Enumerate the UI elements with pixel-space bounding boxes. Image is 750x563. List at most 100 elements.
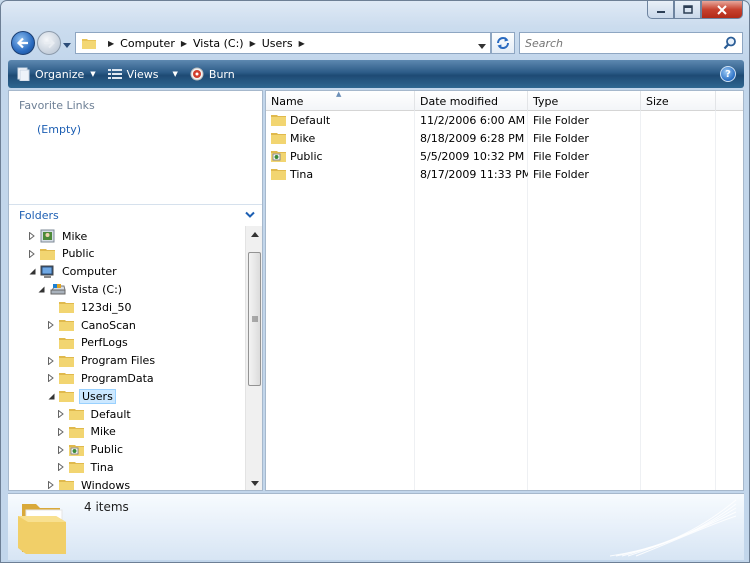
computer-icon xyxy=(40,265,56,279)
breadcrumb-vista-c[interactable]: Vista (C:) xyxy=(193,37,244,50)
views-icon xyxy=(107,68,122,80)
chevron-down-icon: ▼ xyxy=(90,70,96,78)
scroll-down-button[interactable] xyxy=(249,478,260,488)
tree-collapse-icon[interactable] xyxy=(37,284,47,294)
file-row[interactable]: Tina 8/17/2009 11:33 PM File Folder xyxy=(266,165,743,183)
close-button[interactable] xyxy=(701,1,743,19)
column-header-size[interactable]: Size xyxy=(641,91,716,111)
tree-item[interactable]: Vista (C:) xyxy=(37,280,125,298)
minimize-button[interactable] xyxy=(647,1,674,19)
maximize-button[interactable] xyxy=(674,1,701,19)
tree-item[interactable]: Users xyxy=(46,387,116,405)
column-header-date-modified[interactable]: Date modified xyxy=(415,91,528,111)
file-name-cell: Tina xyxy=(266,167,415,181)
scroll-up-button[interactable] xyxy=(249,229,260,239)
navigation-pane: Favorite Links (Empty) Folders Mike Publi… xyxy=(8,90,263,491)
favorite-links-empty: (Empty) xyxy=(37,123,82,136)
breadcrumb-users[interactable]: Users xyxy=(262,37,293,50)
tree-expand-icon[interactable] xyxy=(56,427,66,437)
column-header-type[interactable]: Type xyxy=(528,91,641,111)
folder-icon xyxy=(59,478,75,490)
breadcrumb-arrow-icon[interactable]: ▶ xyxy=(181,39,187,48)
folders-header[interactable]: Folders xyxy=(9,204,262,226)
search-input[interactable] xyxy=(525,36,715,50)
file-name: Mike xyxy=(290,131,316,145)
tree-expand-icon[interactable] xyxy=(46,373,56,383)
tree-item-label: CanoScan xyxy=(81,318,136,332)
recent-pages-dropdown[interactable] xyxy=(63,39,71,52)
file-type: File Folder xyxy=(533,131,589,145)
organize-label: Organize xyxy=(35,67,85,81)
drive-icon xyxy=(50,282,66,296)
breadcrumb-arrow-icon[interactable]: ▶ xyxy=(299,39,305,48)
tree-item[interactable]: Windows xyxy=(46,476,132,490)
tree-item[interactable]: Tina xyxy=(56,458,116,476)
tree-expand-icon[interactable] xyxy=(27,231,37,241)
tree-expand-icon[interactable] xyxy=(56,462,66,472)
column-header-name[interactable]: Name ▲ xyxy=(266,91,415,111)
tree-expand-icon[interactable] xyxy=(56,409,66,419)
minimize-icon xyxy=(656,10,665,13)
tree-item[interactable]: Program Files xyxy=(46,352,157,370)
breadcrumb-computer[interactable]: Computer xyxy=(120,37,175,50)
tree-item-label: Program Files xyxy=(81,354,156,368)
tree-expand-icon[interactable] xyxy=(56,445,66,455)
file-row[interactable]: Mike 8/18/2009 6:28 PM File Folder xyxy=(266,129,743,147)
tree-item[interactable]: 123di_50 xyxy=(46,298,134,316)
tree-item-label: Public xyxy=(90,443,124,457)
chevron-down-icon[interactable] xyxy=(245,211,255,219)
back-button[interactable] xyxy=(11,31,35,55)
file-row[interactable]: Public 5/5/2009 10:32 PM File Folder xyxy=(266,147,743,165)
breadcrumb-arrow-icon[interactable]: ▶ xyxy=(250,39,256,48)
sort-ascending-icon: ▲ xyxy=(336,90,342,98)
views-button[interactable]: Views ▼ xyxy=(102,62,184,86)
refresh-button[interactable] xyxy=(491,32,515,54)
refresh-icon xyxy=(497,37,509,49)
tree-expand-icon[interactable] xyxy=(46,320,56,330)
file-type: File Folder xyxy=(533,149,589,163)
tree-item[interactable]: Mike xyxy=(56,423,118,441)
tree-item[interactable]: Mike xyxy=(27,227,89,245)
scroll-thumb[interactable] xyxy=(248,252,261,386)
folder-icon xyxy=(59,354,75,368)
tree-item-label: PerfLogs xyxy=(81,336,128,350)
file-name: Public xyxy=(290,149,323,163)
forward-button[interactable] xyxy=(37,31,61,55)
folder-icon xyxy=(59,300,75,314)
address-history-dropdown[interactable] xyxy=(478,40,486,53)
breadcrumb-arrow-icon[interactable]: ▶ xyxy=(108,39,114,48)
search-box[interactable] xyxy=(519,32,743,54)
tree-collapse-icon[interactable] xyxy=(27,267,37,277)
help-icon: ? xyxy=(725,68,731,80)
address-bar[interactable]: ▶ Computer ▶ Vista (C:) ▶ Users ▶ xyxy=(75,32,491,54)
file-type: File Folder xyxy=(533,113,589,127)
tree-item[interactable]: Default xyxy=(56,405,133,423)
burn-button[interactable]: Burn xyxy=(184,62,241,86)
file-name-cell: Mike xyxy=(266,131,415,145)
tree-collapse-icon[interactable] xyxy=(46,391,56,401)
tree-item[interactable]: PerfLogs xyxy=(46,334,130,352)
favorite-links-header: Favorite Links xyxy=(19,99,95,112)
search-icon[interactable] xyxy=(723,36,737,50)
tree-item-label: Vista (C:) xyxy=(71,282,123,296)
tree-item[interactable]: Computer xyxy=(27,263,119,281)
file-name: Tina xyxy=(290,167,314,181)
organize-button[interactable]: Organize ▼ xyxy=(10,62,102,86)
help-button[interactable]: ? xyxy=(720,66,736,82)
folder-icon xyxy=(68,460,85,474)
tree-expand-icon[interactable] xyxy=(46,356,56,366)
tree-expand-icon[interactable] xyxy=(27,249,37,259)
tree-item[interactable]: ProgramData xyxy=(46,369,156,387)
folder-icon xyxy=(59,318,75,332)
details-pane: 4 items xyxy=(8,493,744,560)
tree-item[interactable]: Public xyxy=(56,441,126,459)
column-header-date-label: Date modified xyxy=(420,94,498,108)
tree-item[interactable]: CanoScan xyxy=(46,316,138,334)
tree-item[interactable]: Public xyxy=(27,245,97,263)
tree-expand-icon[interactable] xyxy=(46,480,56,490)
file-row[interactable]: Default 11/2/2006 6:00 AM File Folder xyxy=(266,111,743,129)
folders-header-label: Folders xyxy=(19,209,59,222)
explorer-window: ▶ Computer ▶ Vista (C:) ▶ Users ▶ Search… xyxy=(0,0,750,563)
tree-scrollbar[interactable] xyxy=(245,226,262,490)
